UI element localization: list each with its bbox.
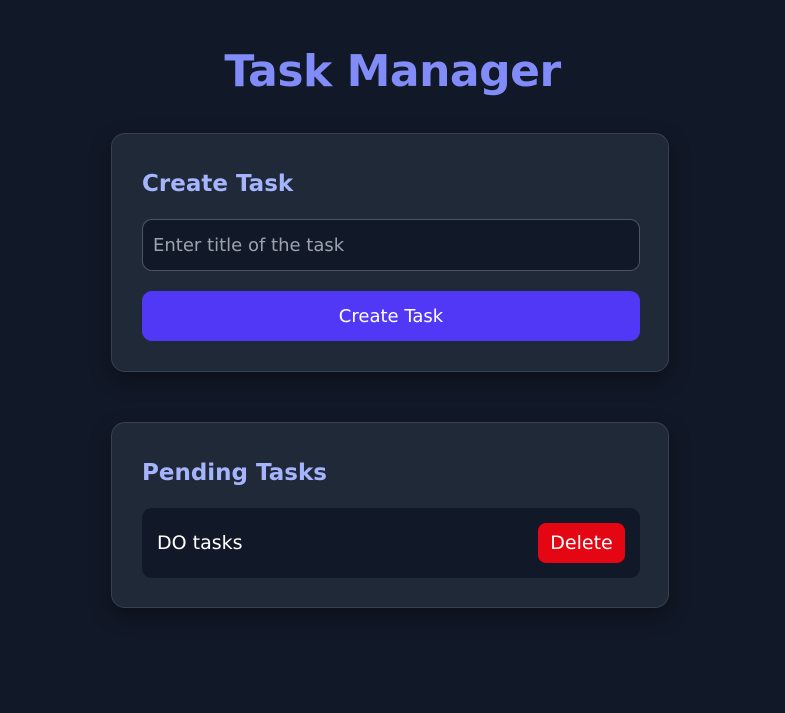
page-title: Task Manager	[224, 46, 561, 97]
task-list-item: DO tasks Delete	[142, 508, 640, 578]
delete-task-button[interactable]: Delete	[538, 523, 625, 563]
pending-tasks-heading: Pending Tasks	[142, 460, 327, 486]
pending-tasks-card: Pending Tasks DO tasks Delete	[111, 422, 669, 608]
task-title-input[interactable]	[142, 219, 640, 271]
create-task-card: Create Task Create Task	[111, 133, 669, 372]
create-task-heading: Create Task	[142, 171, 294, 197]
task-title: DO tasks	[157, 532, 243, 554]
create-task-button[interactable]: Create Task	[142, 291, 640, 341]
